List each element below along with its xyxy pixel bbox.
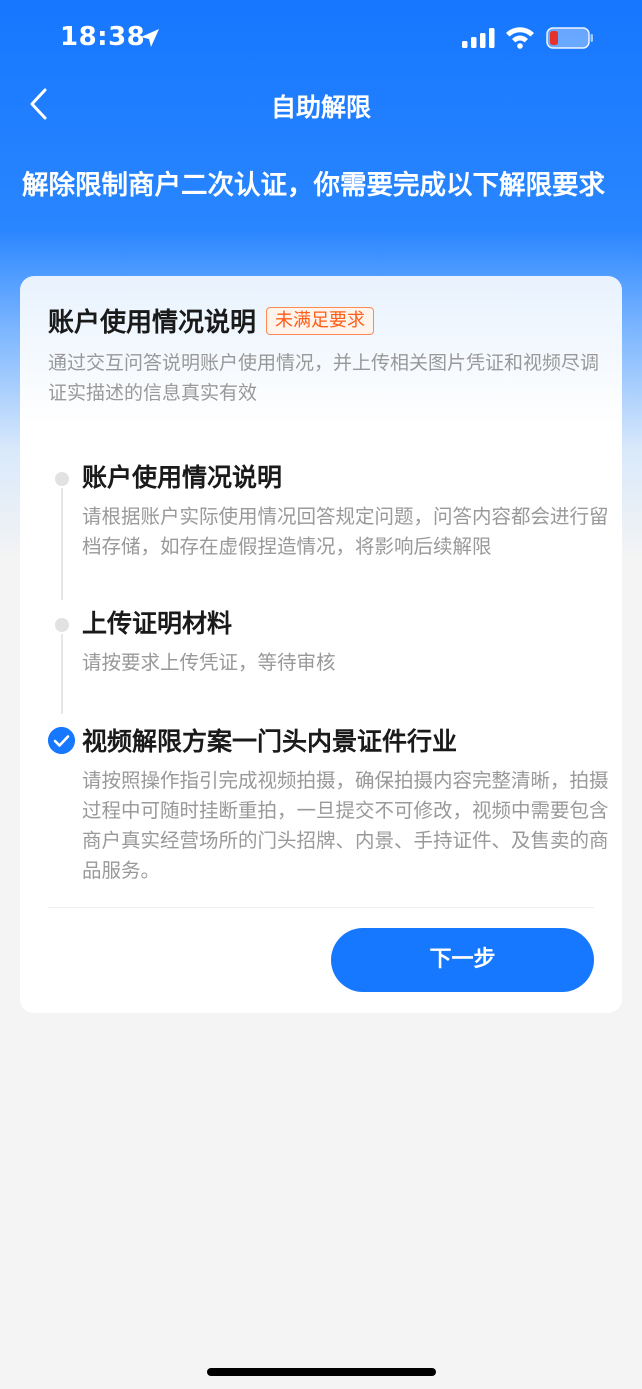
- card-title-row: 账户使用情况说明 未满足要求: [48, 302, 375, 339]
- divider: [48, 907, 594, 908]
- requirement-card: 账户使用情况说明 未满足要求 通过交互问答说明账户使用情况，并上传相关图片凭证和…: [20, 276, 622, 1013]
- card-title: 账户使用情况说明: [48, 308, 257, 338]
- steps-panel: 账户使用情况说明 请根据账户实际使用情况回答规定问题，问答内容都会进行留档存储，…: [20, 430, 622, 1013]
- step-title: 账户使用情况说明: [82, 463, 283, 492]
- timeline-connector: [61, 488, 63, 600]
- step-title: 上传证明材料: [82, 609, 233, 638]
- status-bar: 18:38: [0, 0, 642, 78]
- next-step-button[interactable]: 下一步: [331, 928, 594, 992]
- location-arrow-icon: [141, 29, 159, 47]
- wifi-icon: [506, 27, 534, 49]
- step-description: 请按要求上传凭证，等待审核: [82, 651, 336, 674]
- step-title: 视频解限方案一门头内景证件行业: [82, 727, 458, 756]
- page: 18:38 自助解限 解除限制商户二次认证，你需要完成以下解限要求 账户使用情况…: [0, 0, 642, 1389]
- battery-low-icon: [546, 27, 593, 49]
- step-pending-dot: [55, 618, 69, 632]
- status-badge: 未满足要求: [266, 306, 375, 335]
- nav-title: 自助解限: [270, 93, 371, 122]
- page-headline: 解除限制商户二次认证，你需要完成以下解限要求: [22, 170, 605, 201]
- step-description: 请按照操作指引完成视频拍摄，确保拍摄内容完整清晰，拍摄过程中可随时挂断重拍，一旦…: [82, 769, 609, 882]
- step-description: 请根据账户实际使用情况回答规定问题，问答内容都会进行留档存储，如存在虚假捏造情况…: [82, 505, 609, 558]
- home-indicator: [207, 1368, 436, 1376]
- step-pending-dot: [55, 472, 69, 486]
- nav-bar: 自助解限: [0, 78, 642, 132]
- timeline-connector: [61, 634, 63, 714]
- checkmark-icon: [48, 727, 75, 754]
- cellular-signal-icon: [462, 28, 495, 48]
- card-header: 账户使用情况说明 未满足要求 通过交互问答说明账户使用情况，并上传相关图片凭证和…: [20, 276, 622, 431]
- status-time: 18:38: [60, 22, 146, 52]
- card-description: 通过交互问答说明账户使用情况，并上传相关图片凭证和视频尽调证实描述的信息真实有效: [48, 352, 600, 404]
